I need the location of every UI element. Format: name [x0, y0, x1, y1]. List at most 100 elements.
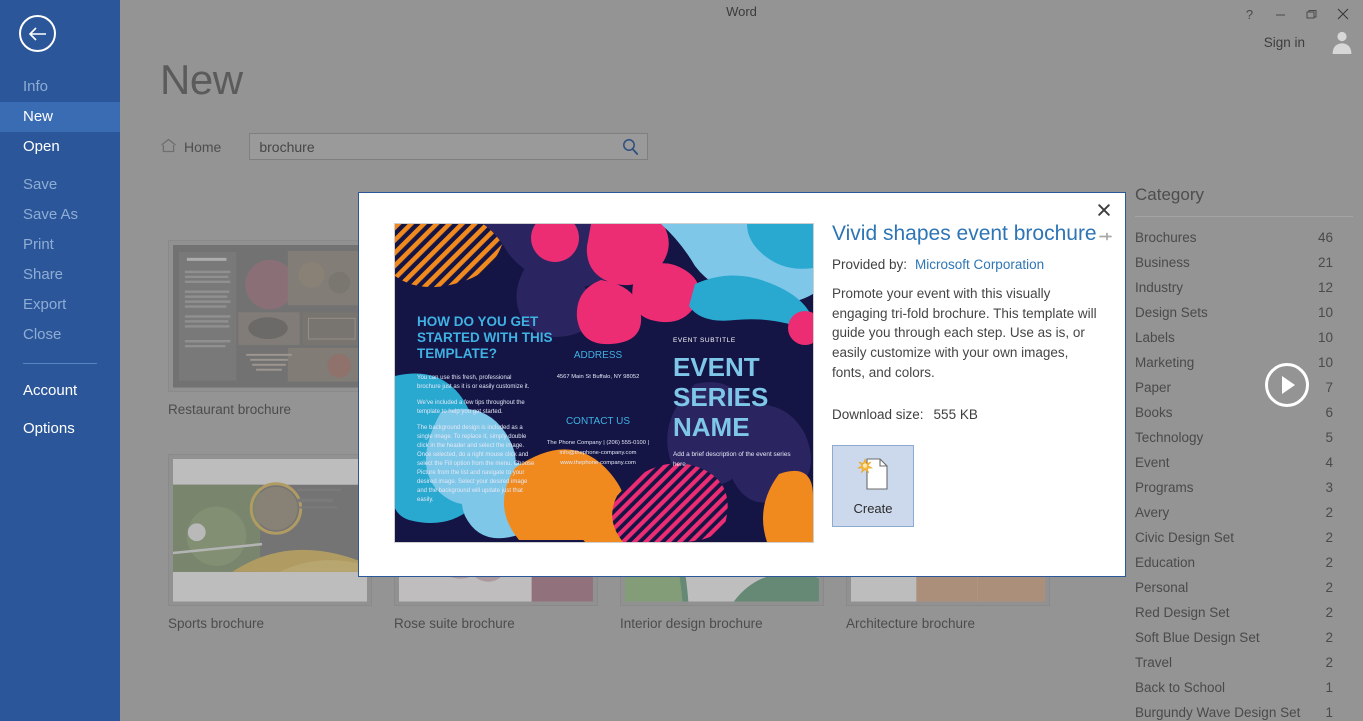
sign-in-label: Sign in — [1263, 34, 1305, 50]
provided-by-label: Provided by: — [832, 256, 908, 272]
category-divider — [1135, 216, 1353, 217]
minimize-icon[interactable] — [1266, 2, 1295, 26]
help-icon[interactable]: ? — [1235, 2, 1264, 26]
template-thumbnail[interactable] — [168, 454, 372, 606]
category-item-red-design-set[interactable]: Red Design Set 2 — [1125, 600, 1363, 625]
category-item-back-to-school[interactable]: Back to School 1 — [1125, 675, 1363, 700]
category-item-paper[interactable]: Paper 7 — [1125, 375, 1363, 400]
sidebar-item-new[interactable]: New — [0, 102, 120, 132]
category-list: Brochures 46 Business 21 Industry 12 Design… — [1125, 225, 1363, 721]
category-count: 10 — [1317, 330, 1333, 345]
sidebar-item-save-as[interactable]: Save As — [0, 200, 120, 230]
category-item-technology[interactable]: Technology 5 — [1125, 425, 1363, 450]
category-label: Industry — [1135, 280, 1184, 295]
svg-text:CONTACT US: CONTACT US — [566, 416, 630, 427]
search-box[interactable] — [249, 133, 649, 161]
close-icon[interactable] — [1328, 2, 1357, 26]
template-description: Promote your event with this visually en… — [832, 285, 1097, 380]
category-count: 7 — [1325, 380, 1333, 395]
sidebar-item-info[interactable]: Info — [0, 72, 120, 102]
create-button[interactable]: Create — [832, 445, 914, 527]
svg-text:template to help you get start: template to help you get started. — [417, 409, 503, 415]
sidebar-item-label: Print — [23, 236, 54, 253]
category-item-design-sets[interactable]: Design Sets 10 — [1125, 300, 1363, 325]
new-document-icon — [856, 456, 890, 497]
category-count: 5 — [1325, 430, 1333, 445]
dialog-close-button[interactable] — [1093, 200, 1115, 220]
home-link[interactable]: Home — [160, 138, 221, 156]
provider-link[interactable]: Microsoft Corporation — [915, 257, 1044, 272]
help-label: ? — [1245, 6, 1254, 22]
svg-text:info@thephone-company.com: info@thephone-company.com — [560, 450, 637, 456]
sidebar-item-share[interactable]: Share — [0, 260, 120, 290]
sidebar-item-options[interactable]: Options — [0, 414, 120, 444]
category-item-programs[interactable]: Programs 3 — [1125, 475, 1363, 500]
sidebar-item-print[interactable]: Print — [0, 230, 120, 260]
category-item-labels[interactable]: Labels 10 — [1125, 325, 1363, 350]
category-label: Business — [1135, 255, 1190, 270]
svg-text:desired image. Select your de: desired image. Select your desired image — [417, 479, 528, 485]
sidebar-item-label: Options — [23, 420, 75, 437]
sidebar-item-open[interactable]: Open — [0, 132, 120, 162]
category-item-soft-blue-design-set[interactable]: Soft Blue Design Set 2 — [1125, 625, 1363, 650]
category-item-books[interactable]: Books 6 — [1125, 400, 1363, 425]
svg-text:Once selected, do a right mous: Once selected, do a right mouse click an… — [417, 452, 528, 458]
search-row: Home — [160, 133, 649, 161]
category-count: 2 — [1325, 505, 1333, 520]
search-input[interactable] — [250, 134, 648, 159]
template-details: Vivid shapes event brochure Provided by:… — [832, 221, 1100, 422]
window-title: Word — [726, 4, 757, 19]
category-count: 2 — [1325, 605, 1333, 620]
category-label: Marketing — [1135, 355, 1195, 370]
category-item-education[interactable]: Education 2 — [1125, 550, 1363, 575]
category-count: 21 — [1317, 255, 1333, 270]
sidebar-item-save[interactable]: Save — [0, 170, 120, 200]
category-item-avery[interactable]: Avery 2 — [1125, 500, 1363, 525]
restore-icon[interactable] — [1297, 2, 1326, 26]
category-item-brochures[interactable]: Brochures 46 — [1125, 225, 1363, 250]
template-label: Restaurant brochure — [168, 402, 292, 417]
home-icon — [160, 138, 177, 156]
search-icon[interactable] — [622, 138, 639, 161]
category-item-civic-design-set[interactable]: Civic Design Set 2 — [1125, 525, 1363, 550]
template-thumbnail[interactable] — [168, 240, 372, 392]
template-tile[interactable]: Sports brochure — [168, 454, 372, 631]
category-item-marketing[interactable]: Marketing 10 — [1125, 350, 1363, 375]
category-count: 10 — [1317, 355, 1333, 370]
template-tile[interactable]: Restaurant brochure — [168, 240, 372, 417]
sidebar-item-account[interactable]: Account — [0, 376, 120, 406]
category-item-event[interactable]: Event 4 — [1125, 450, 1363, 475]
category-count: 6 — [1325, 405, 1333, 420]
pin-icon[interactable] — [1098, 229, 1113, 249]
svg-text:single image. To replace it,: single image. To replace it, simply doub… — [417, 434, 527, 440]
category-label: Event — [1135, 455, 1170, 470]
category-label: Civic Design Set — [1135, 530, 1235, 545]
template-label: Sports brochure — [168, 616, 265, 631]
category-item-business[interactable]: Business 21 — [1125, 250, 1363, 275]
category-count: 2 — [1325, 530, 1333, 545]
svg-text:EVENT: EVENT — [673, 352, 760, 382]
template-label: Interior design brochure — [620, 616, 763, 631]
svg-text:brochure just as it is or easi: brochure just as it is or easily customi… — [417, 384, 530, 390]
category-item-personal[interactable]: Personal 2 — [1125, 575, 1363, 600]
back-button[interactable] — [19, 15, 56, 52]
category-item-industry[interactable]: Industry 12 — [1125, 275, 1363, 300]
template-preview-dialog: HOW DO YOU GET STARTED WITH THIS TEMPLAT… — [358, 192, 1126, 577]
sidebar-item-close[interactable]: Close — [0, 320, 120, 350]
svg-text:here: here — [673, 461, 686, 468]
category-label: Red Design Set — [1135, 605, 1230, 620]
category-item-burgundy-wave-design-set[interactable]: Burgundy Wave Design Set 1 — [1125, 700, 1363, 721]
backstage-menu: Info New Open Save Save As Print Share E… — [0, 72, 120, 444]
sidebar-item-export[interactable]: Export — [0, 290, 120, 320]
template-label: Architecture brochure — [846, 616, 976, 631]
svg-text:4567 Main St Buffalo, NY 98052: 4567 Main St Buffalo, NY 98052 — [557, 374, 640, 380]
category-item-travel[interactable]: Travel 2 — [1125, 650, 1363, 675]
avatar[interactable] — [1327, 24, 1357, 54]
sign-in-button[interactable]: Sign in — [1264, 28, 1305, 56]
template-preview-image: HOW DO YOU GET STARTED WITH THIS TEMPLAT… — [394, 223, 814, 543]
category-label: Soft Blue Design Set — [1135, 630, 1260, 645]
carousel-next-button[interactable] — [1265, 363, 1309, 407]
category-count: 2 — [1325, 580, 1333, 595]
